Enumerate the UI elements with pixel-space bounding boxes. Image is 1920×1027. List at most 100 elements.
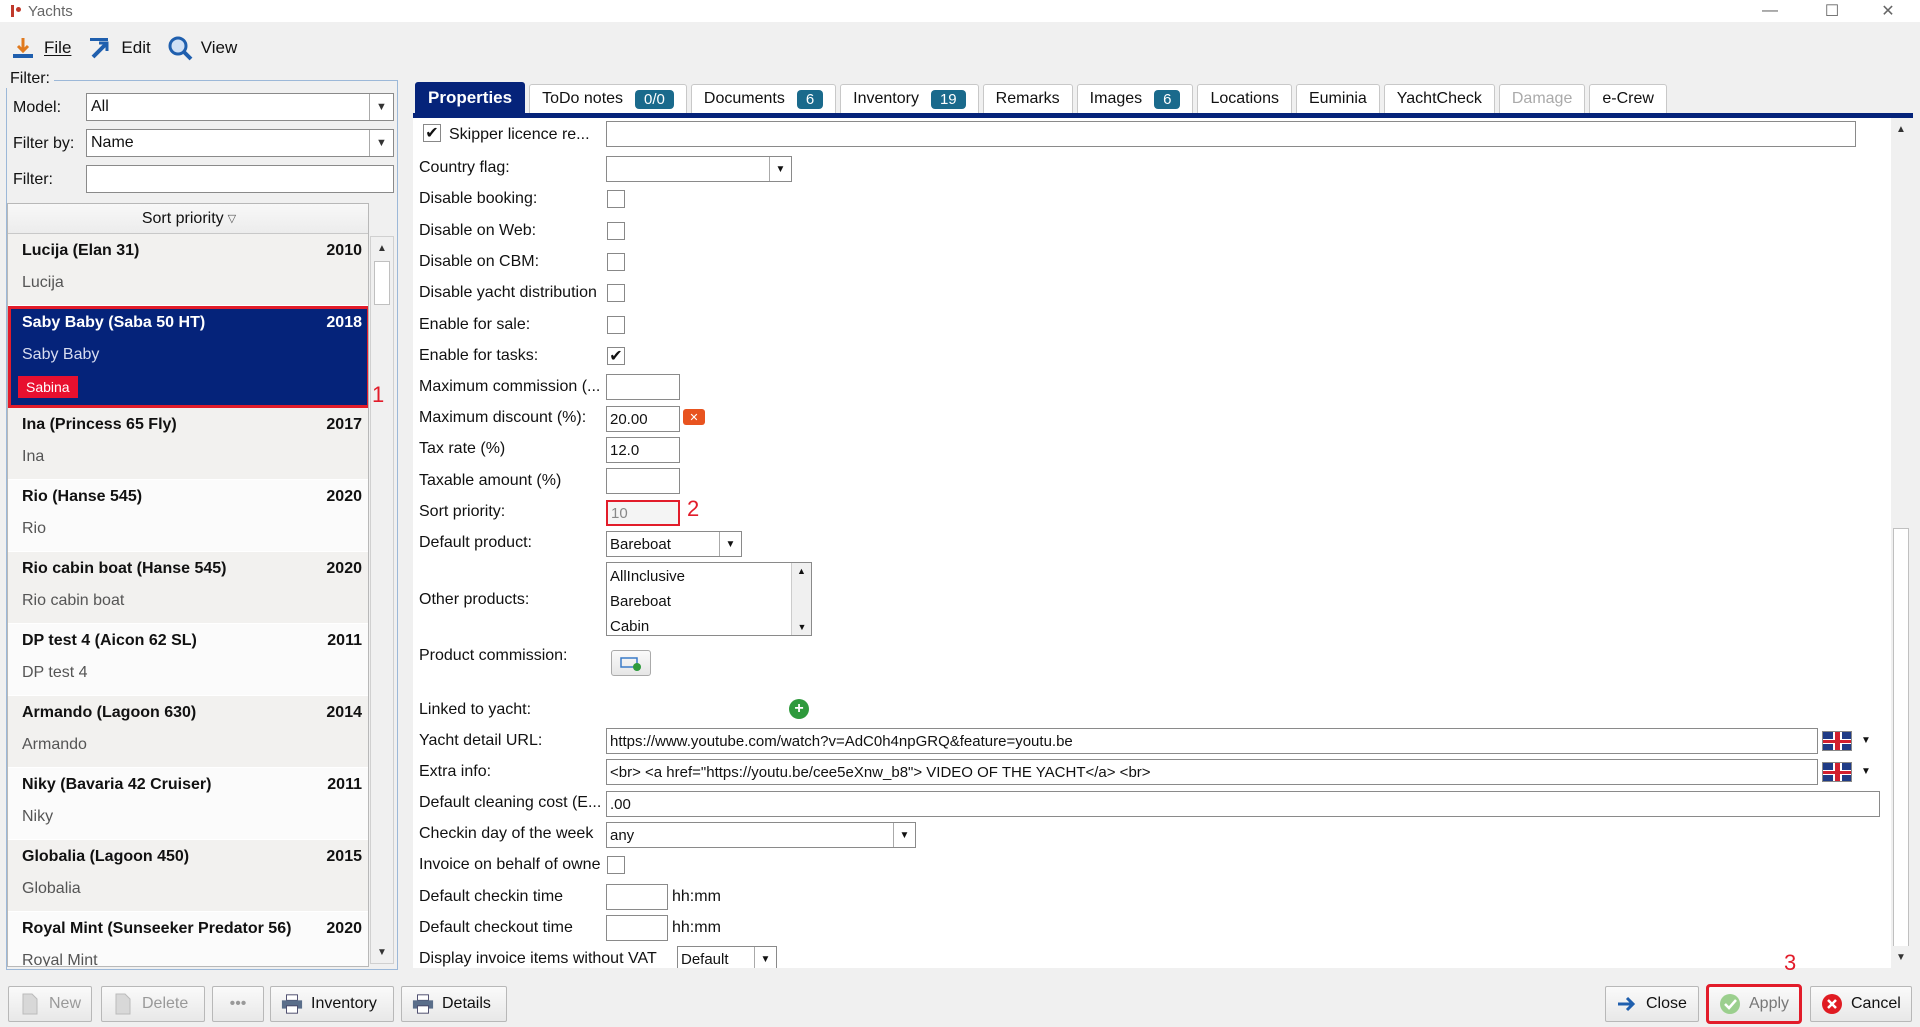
max-commission-input[interactable] xyxy=(606,374,680,400)
skipper-licence-input[interactable] xyxy=(606,121,1856,147)
cancel-button[interactable]: Cancel xyxy=(1810,986,1912,1022)
checkin-day-select[interactable]: any ▼ xyxy=(606,822,916,848)
default-checkin-time-input[interactable] xyxy=(606,884,668,910)
tab-yachtcheck[interactable]: YachtCheck xyxy=(1383,84,1495,114)
other-product-item[interactable]: Bareboat xyxy=(610,593,671,610)
tab-todo-notes[interactable]: ToDo notes 0/0 xyxy=(529,84,687,114)
tab-euminia[interactable]: Euminia xyxy=(1295,84,1380,114)
tab-properties[interactable]: Properties xyxy=(415,82,526,114)
max-discount-label: Maximum discount (%): xyxy=(419,409,587,426)
sort-priority-input[interactable]: 10 xyxy=(606,500,680,526)
new-button[interactable]: New xyxy=(8,986,92,1022)
chevron-down-icon[interactable]: ▼ xyxy=(1856,759,1876,783)
extra-info-input[interactable]: <br> <a href="https://youtu.be/cee5eXnw_… xyxy=(606,759,1818,785)
tab-documents[interactable]: Documents 6 xyxy=(690,84,837,114)
scroll-up-icon[interactable]: ▲ xyxy=(1891,118,1911,140)
chevron-down-icon[interactable]: ▼ xyxy=(369,130,393,156)
enable-sale-checkbox[interactable] xyxy=(607,316,625,334)
menu-view[interactable]: View xyxy=(167,35,237,61)
more-button-label: ••• xyxy=(229,995,247,1012)
scroll-down-icon[interactable]: ▼ xyxy=(792,622,812,632)
list-item[interactable]: Lucija (Elan 31) 2010 Lucija xyxy=(8,234,368,306)
list-item[interactable]: Niky (Bavaria 42 Cruiser) 2011 Niky xyxy=(8,768,368,840)
default-product-select[interactable]: Bareboat ▼ xyxy=(606,531,742,557)
disable-distribution-checkbox[interactable] xyxy=(607,284,625,302)
model-select[interactable]: All ▼ xyxy=(86,93,394,121)
scroll-down-icon[interactable]: ▼ xyxy=(371,941,393,963)
menu-file[interactable]: File xyxy=(10,35,71,61)
list-item[interactable]: Armando (Lagoon 630) 2014 Armando xyxy=(8,696,368,768)
menu-file-label: File xyxy=(44,38,72,57)
list-header-label: Sort priority xyxy=(141,209,224,227)
list-header-sort-priority[interactable]: Sort priority ▽ xyxy=(8,204,368,234)
taxable-amount-input[interactable] xyxy=(606,468,680,494)
filter-input[interactable] xyxy=(86,165,394,193)
display-invoice-select[interactable]: Default ▼ xyxy=(677,946,777,968)
max-discount-input[interactable]: 20.00 xyxy=(606,406,680,432)
menu-edit[interactable]: Edit xyxy=(87,35,151,61)
more-button[interactable]: ••• xyxy=(212,986,264,1022)
scroll-down-icon[interactable]: ▼ xyxy=(1891,946,1911,968)
list-scrollbar[interactable]: ▲ ▼ xyxy=(370,236,394,964)
tab-remarks[interactable]: Remarks xyxy=(982,84,1073,114)
other-product-item[interactable]: AllInclusive xyxy=(610,568,685,585)
properties-scrollbar[interactable]: ▲ ▼ xyxy=(1891,118,1911,968)
invoice-behalf-checkbox[interactable] xyxy=(607,856,625,874)
yacht-name: Saby Baby (Saba 50 HT) xyxy=(22,314,206,331)
yacht-year: 2017 xyxy=(326,416,362,433)
list-item-selected[interactable]: Saby Baby (Saba 50 HT) 2018 Saby Baby Sa… xyxy=(8,306,368,408)
uk-flag-icon[interactable] xyxy=(1822,762,1852,782)
details-button[interactable]: Details xyxy=(401,986,507,1022)
scroll-up-icon[interactable]: ▲ xyxy=(371,237,393,259)
close-window-button[interactable]: ✕ xyxy=(1864,0,1912,22)
chevron-down-icon[interactable]: ▼ xyxy=(1856,728,1876,752)
chevron-down-icon[interactable]: ▼ xyxy=(893,823,915,847)
delete-button[interactable]: Delete xyxy=(101,986,205,1022)
filter-by-select[interactable]: Name ▼ xyxy=(86,129,394,157)
menu-edit-label: Edit xyxy=(121,38,151,57)
list-item[interactable]: Globalia (Lagoon 450) 2015 Globalia xyxy=(8,840,368,912)
display-invoice-label: Display invoice items without VAT xyxy=(419,950,657,967)
sort-icon: ▽ xyxy=(227,213,237,225)
add-link-icon[interactable]: + xyxy=(789,699,809,719)
other-products-list[interactable]: AllInclusive Bareboat Cabin ▲ ▼ xyxy=(606,562,812,636)
close-button[interactable]: Close xyxy=(1605,986,1699,1022)
maximize-button[interactable]: ☐ xyxy=(1808,0,1856,22)
list-item[interactable]: DP test 4 (Aicon 62 SL) 2011 DP test 4 xyxy=(8,624,368,696)
apply-button[interactable]: Apply xyxy=(1706,984,1802,1024)
tab-e-crew[interactable]: e-Crew xyxy=(1589,84,1667,114)
disable-booking-label: Disable booking: xyxy=(419,190,538,207)
chevron-down-icon[interactable]: ▼ xyxy=(719,532,741,556)
list-scroll-thumb[interactable] xyxy=(374,261,390,305)
other-product-item[interactable]: Cabin xyxy=(610,618,649,635)
uk-flag-icon[interactable] xyxy=(1822,731,1852,751)
chevron-down-icon[interactable]: ▼ xyxy=(754,947,776,968)
skipper-licence-checkbox[interactable]: ✔ xyxy=(423,124,441,142)
disable-web-checkbox[interactable] xyxy=(607,222,625,240)
clear-value-icon[interactable]: ✕ xyxy=(683,409,705,425)
tab-locations[interactable]: Locations xyxy=(1197,84,1292,114)
scroll-up-icon[interactable]: ▲ xyxy=(792,566,811,576)
list-item[interactable]: Royal Mint (Sunseeker Predator 56) 2020 … xyxy=(8,912,368,966)
properties-scroll-thumb[interactable] xyxy=(1893,528,1909,948)
yacht-detail-url-input[interactable]: https://www.youtube.com/watch?v=AdC0h4np… xyxy=(606,728,1818,754)
disable-booking-checkbox[interactable] xyxy=(607,190,625,208)
tab-images[interactable]: Images 6 xyxy=(1076,84,1194,114)
list-item[interactable]: Ina (Princess 65 Fly) 2017 Ina xyxy=(8,408,368,480)
inventory-button[interactable]: Inventory xyxy=(270,986,394,1022)
other-products-scrollbar[interactable]: ▲ ▼ xyxy=(791,563,811,635)
list-item[interactable]: Rio (Hanse 545) 2020 Rio xyxy=(8,480,368,552)
disable-cbm-checkbox[interactable] xyxy=(607,253,625,271)
tab-inventory[interactable]: Inventory 19 xyxy=(840,84,979,114)
list-item[interactable]: Rio cabin boat (Hanse 545) 2020 Rio cabi… xyxy=(8,552,368,624)
default-cleaning-input[interactable]: .00 xyxy=(606,791,1880,817)
tax-rate-input[interactable]: 12.0 xyxy=(606,437,680,463)
country-flag-select[interactable]: ▼ xyxy=(606,156,792,182)
chevron-down-icon[interactable]: ▼ xyxy=(769,157,791,181)
enable-tasks-checkbox[interactable]: ✔ xyxy=(607,347,625,365)
add-commission-button[interactable] xyxy=(611,650,651,676)
yacht-year: 2020 xyxy=(326,560,362,577)
chevron-down-icon[interactable]: ▼ xyxy=(369,94,393,120)
default-checkout-time-input[interactable] xyxy=(606,915,668,941)
minimize-button[interactable]: — xyxy=(1746,0,1794,22)
